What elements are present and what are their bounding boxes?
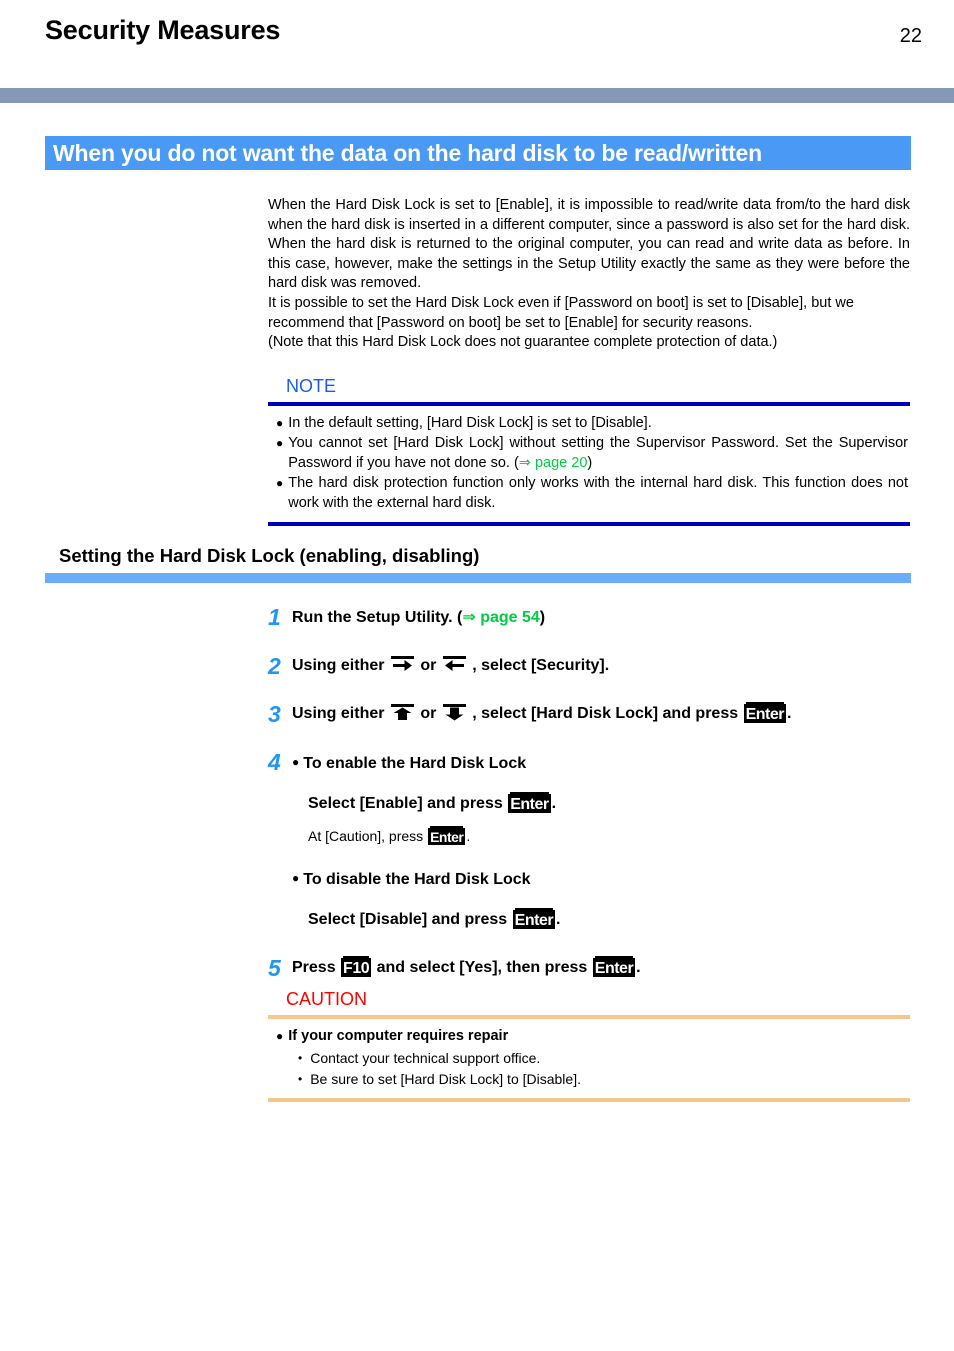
step-number: 5 (268, 955, 281, 981)
enter-key-icon: Enter (592, 958, 636, 977)
bullet-dot-icon: ● (292, 871, 300, 885)
intro-paragraph-3: (Note that this Hard Disk Lock does not … (268, 334, 778, 351)
note-item-text: In the default setting, [Hard Disk Lock]… (288, 414, 652, 431)
bullet-dot-icon: ● (276, 415, 284, 430)
caution-body: ● If your computer requires repair • Con… (268, 1019, 910, 1098)
step-4-enable-note-before: At [Caution], press (308, 828, 428, 844)
note-item-text: The hard disk protection function only w… (288, 475, 908, 511)
caution-sub-item: • Be sure to set [Hard Disk Lock] to [Di… (276, 1069, 908, 1090)
step-number: 1 (268, 604, 281, 630)
step-3: 3 Using either or , select [Hard Disk Lo… (268, 701, 910, 727)
step-4-enable-action: Select [Enable] and press Enter. (292, 793, 910, 815)
step-text-after: ) (539, 609, 546, 626)
step-text: Using either or , select [Security]. (292, 655, 910, 677)
subsection-title: Setting the Hard Disk Lock (enabling, di… (59, 545, 480, 566)
caution-heading-row: ● If your computer requires repair (276, 1027, 908, 1047)
step-5: 5 Press F10 and select [Yes], then press… (268, 955, 910, 981)
page-link-arrow-icon: ⇒ (518, 454, 531, 471)
procedure-steps: 1 Run the Setup Utility. (⇒ page 54) 2 U… (268, 606, 910, 1005)
caution-sub-item: • Contact your technical support office. (276, 1048, 908, 1069)
step-text-middle: or (415, 657, 441, 674)
step-text-before: Press (292, 959, 341, 976)
intro-paragraph-1: When the Hard Disk Lock is set to [Enabl… (268, 197, 910, 292)
step-text-middle-2: , select [Hard Disk Lock] and press (467, 705, 743, 722)
step-number: 3 (268, 701, 281, 727)
step-text-before: Run the Setup Utility. ( (292, 609, 463, 626)
note-body: ● In the default setting, [Hard Disk Loc… (268, 406, 910, 523)
note-item-text: You cannot set [Hard Disk Lock] without … (288, 434, 908, 473)
sub-bullet-dot-icon: • (298, 1071, 303, 1086)
page-link-20[interactable]: page 20 (531, 455, 587, 471)
note-item: ● In the default setting, [Hard Disk Loc… (276, 414, 908, 434)
step-4-disable-heading: ● To disable the Hard Disk Lock (292, 867, 910, 891)
bullet-dot-icon: ● (292, 755, 300, 769)
step-text-before: Using either (292, 657, 389, 674)
page-number: 22 (899, 25, 922, 47)
note-label: NOTE (286, 375, 337, 396)
step-text-after: , select [Security]. (467, 657, 610, 674)
note-item: ● You cannot set [Hard Disk Lock] withou… (276, 434, 908, 473)
sub-bullet-dot-icon: • (298, 1050, 303, 1065)
bullet-dot-icon: ● (276, 436, 284, 451)
note-item-text-after: ) (587, 454, 593, 471)
step-4-enable-action-after: . (551, 795, 557, 812)
step-2: 2 Using either or , select [Security]. (268, 653, 910, 679)
step-text: Run the Setup Utility. (⇒ page 54) (292, 606, 910, 629)
step-4-enable-note-after: . (466, 828, 471, 844)
left-arrow-key-icon (442, 656, 466, 673)
caution-heading-text: If your computer requires repair (288, 1028, 509, 1044)
step-text-after: . (636, 959, 641, 976)
caution-label: CAUTION (286, 989, 367, 1009)
up-arrow-key-icon (390, 704, 414, 721)
note-callout: NOTE ● In the default setting, [Hard Dis… (268, 375, 910, 527)
step-text-middle: and select [Yes], then press (372, 959, 592, 976)
step-number: 4 (268, 749, 281, 775)
enter-key-icon: Enter (428, 828, 466, 845)
step-4-enable-heading-text: To enable the Hard Disk Lock (303, 755, 527, 772)
page-title: Security Measures (45, 15, 281, 45)
step-text: Using either or , select [Hard Disk Lock… (292, 703, 910, 725)
enter-key-icon: Enter (512, 910, 556, 929)
enter-key-icon: Enter (743, 704, 786, 723)
step-4-disable-action-after: . (556, 911, 561, 928)
step-text: ● To enable the Hard Disk Lock Select [En… (292, 751, 910, 931)
step-text-before: Using either (292, 705, 389, 722)
step-4-disable-action: Select [Disable] and press Enter. (292, 909, 910, 931)
note-bottom-rule (268, 522, 910, 527)
f10-key-icon: F10 (341, 958, 372, 977)
subsection-rule (45, 573, 911, 583)
step-4-disable-action-before: Select [Disable] and press (308, 911, 512, 928)
header-divider-rule (0, 88, 954, 103)
step-4-disable-heading-text: To disable the Hard Disk Lock (303, 871, 531, 888)
caution-sub-item-text: Contact your technical support office. (310, 1049, 541, 1066)
down-arrow-key-icon (442, 704, 466, 721)
step-text-middle: or (415, 705, 441, 722)
step-4-enable-heading: ● To enable the Hard Disk Lock (292, 751, 910, 775)
caution-sub-item-text: Be sure to set [Hard Disk Lock] to [Disa… (310, 1070, 581, 1087)
step-4: 4 ● To enable the Hard Disk Lock Select [… (268, 751, 910, 931)
enter-key-icon: Enter (508, 794, 551, 813)
caution-callout: CAUTION ● If your computer requires repa… (268, 988, 910, 1102)
step-1: 1 Run the Setup Utility. (⇒ page 54) (268, 606, 910, 629)
intro-paragraph-2: It is possible to set the Hard Disk Lock… (268, 294, 854, 331)
caution-bottom-rule (268, 1097, 910, 1102)
bullet-dot-icon: ● (276, 1029, 284, 1043)
subsection-heading-block: Setting the Hard Disk Lock (enabling, di… (45, 545, 911, 583)
note-item-text-before: You cannot set [Hard Disk Lock] without … (288, 435, 908, 471)
note-item: ● The hard disk protection function only… (276, 474, 908, 513)
step-4-enable-note: At [Caution], press Enter. (292, 825, 910, 847)
right-arrow-key-icon (390, 656, 414, 673)
page-link-arrow-icon: ⇒ (462, 607, 476, 626)
step-text: Press F10 and select [Yes], then press E… (292, 957, 910, 979)
intro-content: When the Hard Disk Lock is set to [Enabl… (268, 196, 910, 527)
step-text-after: . (786, 705, 792, 722)
step-number: 2 (268, 653, 281, 679)
page-header: Security Measures 22 (0, 0, 954, 62)
section-banner: When you do not want the data on the har… (45, 136, 911, 170)
step-4-enable-action-before: Select [Enable] and press (308, 795, 508, 812)
page-link-54[interactable]: page 54 (476, 609, 540, 626)
bullet-dot-icon: ● (276, 476, 284, 491)
